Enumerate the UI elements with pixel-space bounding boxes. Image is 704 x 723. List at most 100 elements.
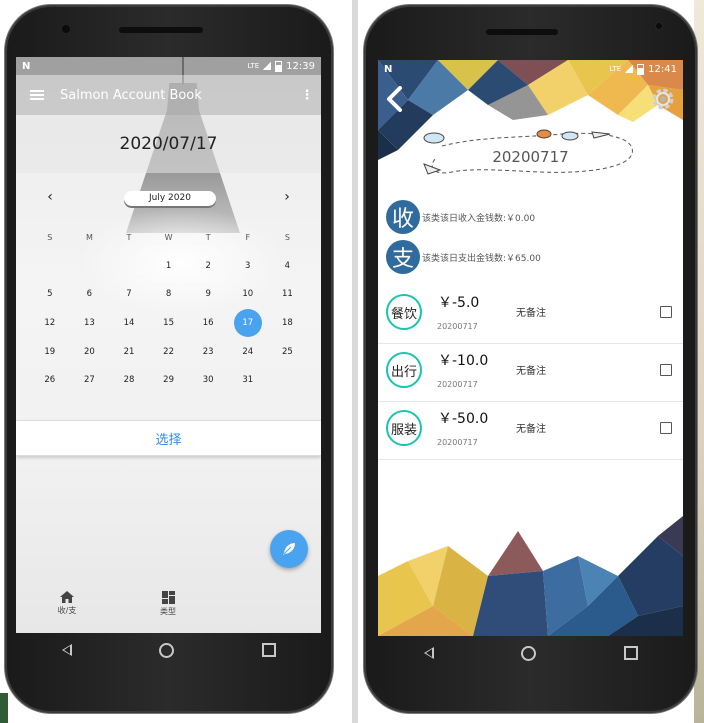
- app-bar: Salmon Account Book ⋮: [16, 75, 321, 115]
- weekday-label: M: [85, 232, 93, 242]
- calendar-day[interactable]: 25: [268, 347, 308, 357]
- income-text: 该类该日收入金钱数:￥0.00: [422, 213, 536, 224]
- category-badge: 出行: [386, 352, 422, 388]
- day-number: 29: [163, 375, 174, 386]
- calendar-day[interactable]: 5: [30, 289, 70, 299]
- calendar-day[interactable]: 9: [188, 289, 228, 299]
- record-checkbox[interactable]: [660, 306, 672, 318]
- day-number: 6: [86, 289, 93, 300]
- nav-type[interactable]: 类型: [143, 591, 193, 617]
- day-number: 31: [242, 375, 254, 386]
- record-amount: ￥-50.0: [438, 411, 489, 427]
- calendar-day[interactable]: 15: [149, 318, 189, 328]
- home-icon: [60, 591, 74, 603]
- frame-divider: [352, 0, 358, 723]
- calendar-day[interactable]: 2: [188, 261, 228, 271]
- back-chevron-icon[interactable]: [384, 86, 406, 112]
- right-screen: N LTE 12:41 20200717 收 该类该日收入金钱数:￥0.00 支…: [378, 60, 683, 636]
- record-checkbox[interactable]: [660, 422, 672, 434]
- calendar-day[interactable]: 21: [109, 347, 149, 357]
- calendar-day[interactable]: 13: [70, 318, 110, 328]
- calendar-day[interactable]: 27: [70, 375, 110, 385]
- record-date: 20200717: [437, 322, 478, 331]
- system-nav-bar: [18, 632, 320, 668]
- calendar-day[interactable]: 19: [30, 347, 70, 357]
- day-number: 2: [205, 260, 211, 271]
- calendar-day[interactable]: 23: [188, 347, 228, 357]
- day-number: 21: [123, 346, 135, 357]
- day-number: 4: [284, 260, 291, 271]
- app-title: Salmon Account Book: [60, 87, 202, 103]
- record-date: 20200717: [437, 438, 478, 447]
- status-bar: N LTE 12:39: [16, 57, 321, 75]
- calendar-day[interactable]: 24: [228, 347, 268, 357]
- calendar-day[interactable]: 10: [228, 289, 268, 299]
- record-amount: ￥-5.0: [438, 295, 480, 311]
- calendar-day[interactable]: 30: [188, 375, 228, 385]
- record-note: 无备注: [516, 366, 546, 377]
- home-circle-icon[interactable]: [521, 645, 537, 661]
- record-date: 20200717: [437, 380, 478, 389]
- day-number: 12: [44, 318, 56, 329]
- calendar-day[interactable]: 29: [149, 375, 189, 385]
- day-number: 26: [44, 375, 56, 386]
- record-row[interactable]: 餐饮 ￥-5.0 20200717 无备注: [378, 286, 683, 344]
- calendar-week: 5 6 7 8 9 10 11: [30, 280, 320, 309]
- calendar-day[interactable]: 1: [149, 261, 189, 271]
- month-label[interactable]: July 2020: [124, 191, 216, 206]
- recents-icon[interactable]: [624, 646, 639, 660]
- dashboard-icon: [161, 591, 175, 604]
- add-record-button[interactable]: [270, 530, 308, 568]
- weekday-label: S: [284, 232, 290, 242]
- day-title: 20200717: [492, 148, 569, 166]
- calendar-day[interactable]: 8: [149, 289, 189, 299]
- record-row[interactable]: 服装 ￥-50.0 20200717 无备注: [378, 402, 683, 460]
- calendar-day[interactable]: 28: [109, 375, 149, 385]
- back-icon[interactable]: [423, 647, 434, 659]
- calendar-day[interactable]: 11: [268, 289, 308, 299]
- calendar-day[interactable]: 14: [109, 318, 149, 328]
- calendar-day[interactable]: 4: [268, 261, 308, 271]
- day-number: 19: [44, 346, 56, 357]
- day-number: 28: [123, 375, 135, 386]
- record-row[interactable]: 出行 ￥-10.0 20200717 无备注: [378, 344, 683, 402]
- more-options-icon[interactable]: ⋮: [299, 88, 315, 103]
- prev-month-button[interactable]: ‹: [42, 189, 58, 205]
- calendar-day[interactable]: 31: [228, 375, 268, 385]
- calendar-day[interactable]: 22: [149, 347, 189, 357]
- home-circle-icon[interactable]: [159, 642, 175, 658]
- menu-icon[interactable]: [30, 90, 44, 100]
- calendar-day[interactable]: 6: [70, 289, 110, 299]
- calendar-day[interactable]: 7: [109, 289, 149, 299]
- calendar-day[interactable]: 16: [188, 318, 228, 328]
- select-button[interactable]: 选择: [16, 420, 321, 456]
- background-strip-left: [0, 693, 8, 723]
- calendar-grid: S M T W T F S 1 2 3 4 5 6 7 8 9 10 11 12 13 14 15 16 17 18 19 20 21…: [30, 223, 320, 395]
- weekday-label: W: [164, 232, 173, 242]
- recents-icon[interactable]: [262, 643, 277, 657]
- expense-summary: 支 该类该日支出金钱数:￥65.00: [386, 240, 541, 274]
- expense-badge: 支: [386, 240, 420, 274]
- back-icon[interactable]: [61, 644, 72, 656]
- status-bar: N LTE 12:41: [378, 60, 683, 78]
- next-month-button[interactable]: ›: [279, 189, 295, 205]
- day-number: 20: [83, 346, 95, 357]
- calendar-day[interactable]: 12: [30, 318, 70, 328]
- day-number: 7: [126, 289, 132, 300]
- day-number: 15: [163, 318, 174, 329]
- calendar-day[interactable]: 18: [268, 318, 308, 328]
- nav-income-expense[interactable]: 收/支: [42, 591, 92, 616]
- lte-label: LTE: [247, 62, 260, 70]
- category-badge: 服装: [386, 410, 422, 446]
- record-checkbox[interactable]: [660, 364, 672, 376]
- left-screen: N LTE 12:39 Salmon Account Book ⋮ 2020/0…: [16, 57, 321, 633]
- day-number: 25: [281, 346, 293, 357]
- calendar-day[interactable]: 26: [30, 375, 70, 385]
- notification-icon: N: [384, 63, 393, 75]
- weekday-label: T: [126, 232, 132, 242]
- calendar-day[interactable]: 3: [228, 261, 268, 271]
- calendar-day[interactable]: 20: [70, 347, 110, 357]
- day-number: 27: [83, 375, 95, 386]
- calendar-day-selected[interactable]: 17: [228, 309, 268, 338]
- gear-icon[interactable]: [650, 86, 676, 112]
